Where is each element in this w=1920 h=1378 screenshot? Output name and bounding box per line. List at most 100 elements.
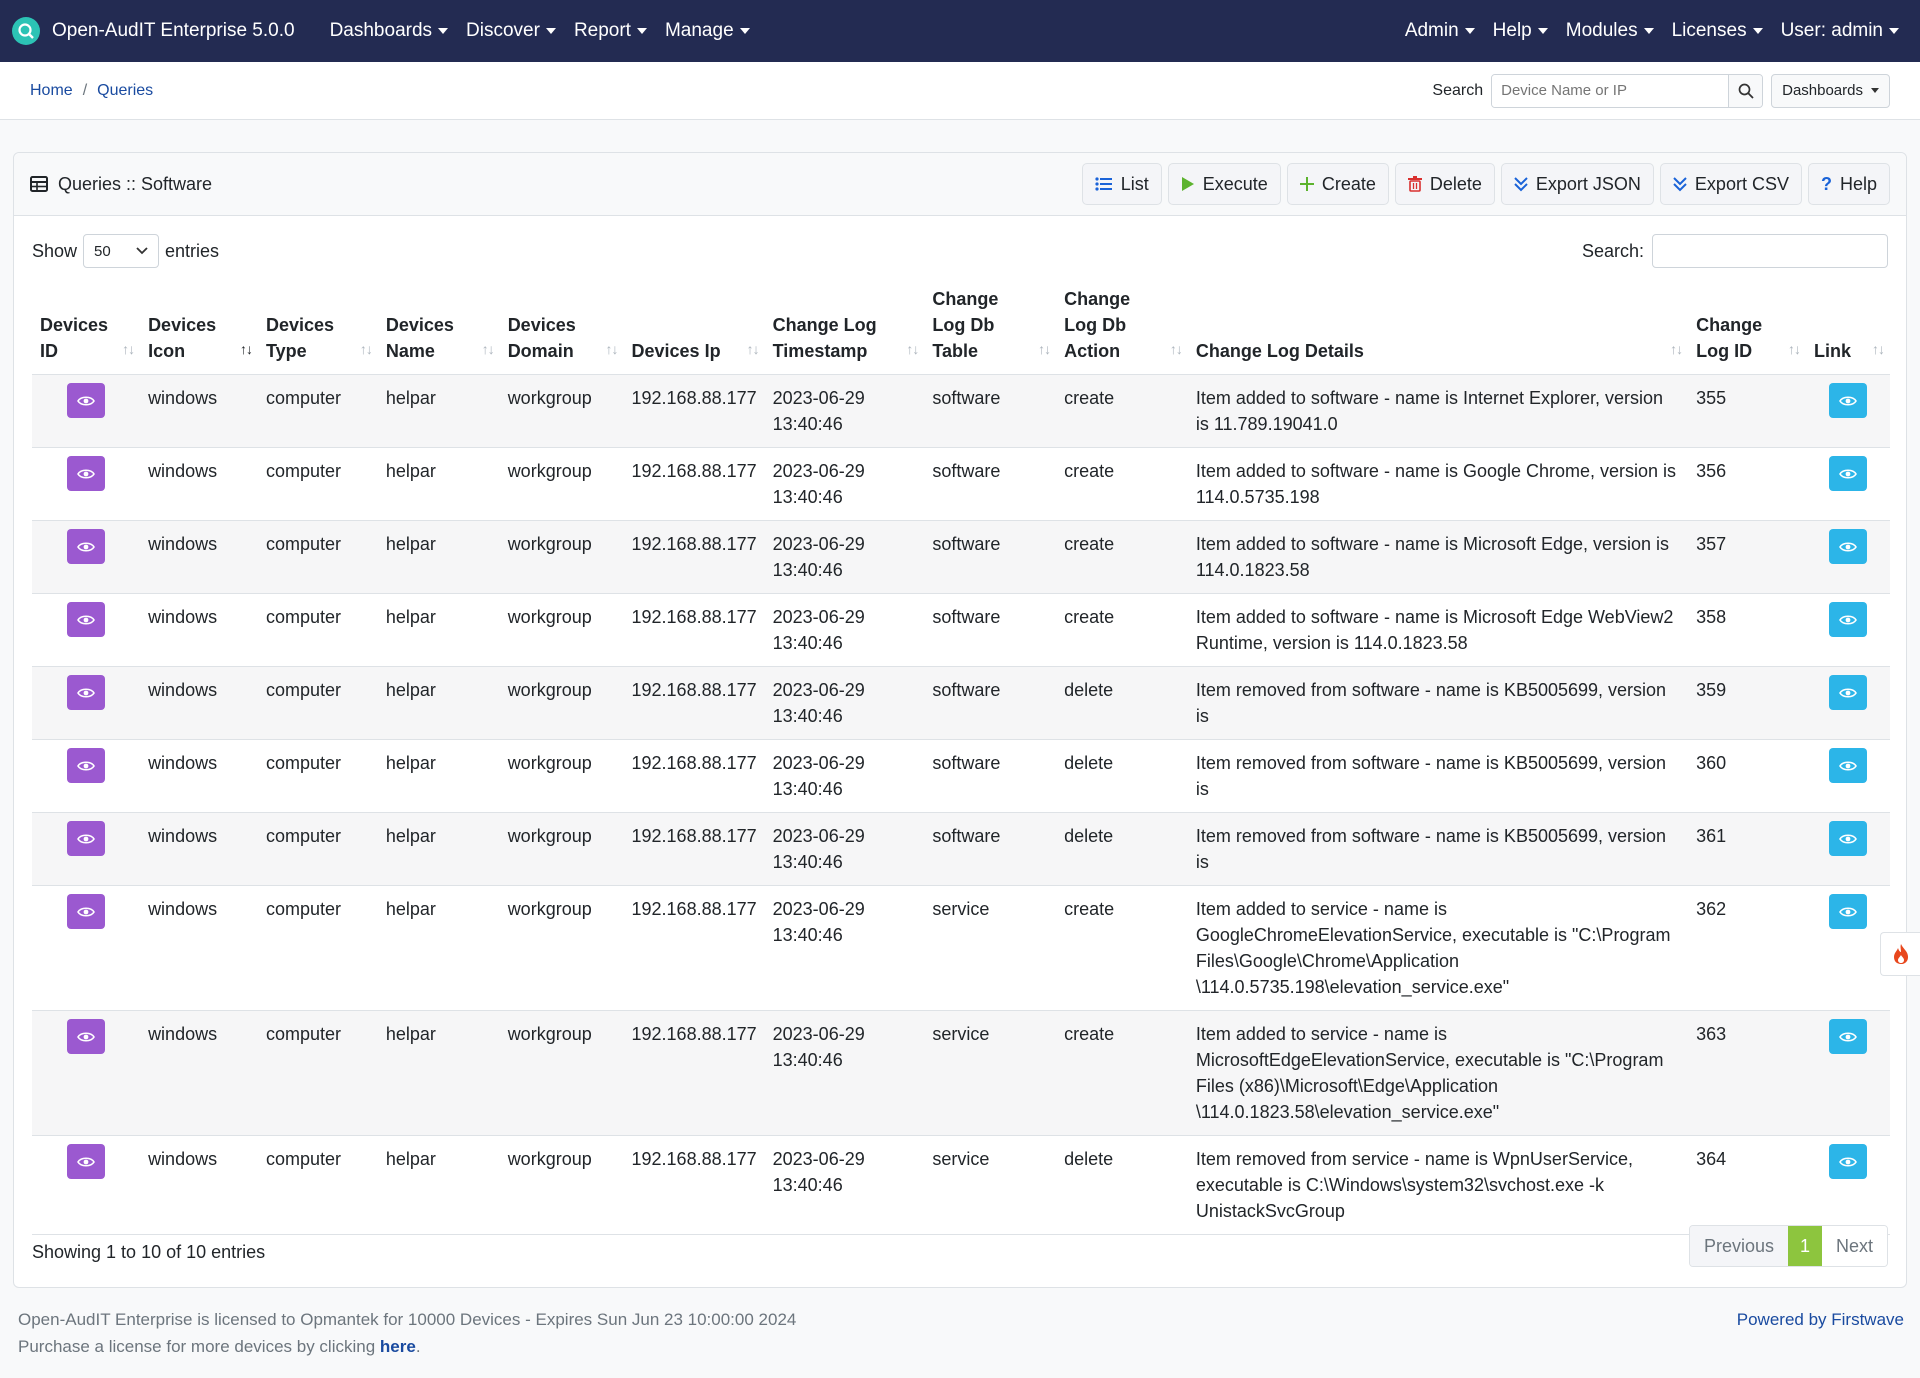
nav-label: Help xyxy=(1492,20,1532,41)
nav-report-menu[interactable]: Report xyxy=(574,20,647,42)
view-change-log-button[interactable] xyxy=(1829,894,1867,929)
view-change-log-button[interactable] xyxy=(1829,456,1867,491)
column-header-domain[interactable]: Devices Domain ↑↓ xyxy=(499,280,624,375)
purchase-here-link[interactable]: here xyxy=(380,1337,416,1356)
column-header-id[interactable]: Devices ID ↑↓ xyxy=(32,280,141,375)
pagination-page-1[interactable]: 1 xyxy=(1787,1226,1822,1266)
cell-action: create xyxy=(1056,1010,1188,1136)
execute-button[interactable]: Execute xyxy=(1167,163,1281,205)
view-change-log-button[interactable] xyxy=(1829,1144,1867,1179)
pagination-previous[interactable]: Previous xyxy=(1689,1226,1788,1266)
cell-ip: 192.168.88.177 xyxy=(623,666,765,740)
nav-admin-menu[interactable]: Admin xyxy=(1405,20,1475,42)
help-button[interactable]: ? Help xyxy=(1807,163,1890,205)
eye-icon xyxy=(77,541,95,553)
cell-domain: workgroup xyxy=(499,520,624,594)
column-header-type[interactable]: Devices Type ↑↓ xyxy=(257,280,378,375)
cell-name: helpar xyxy=(377,1010,500,1136)
column-header-label: Devices Type xyxy=(265,315,335,361)
list-icon xyxy=(1095,177,1112,191)
cell-timestamp: 2023-06-29 13:40:46 xyxy=(764,374,925,448)
dashboards-dropdown[interactable]: Dashboards xyxy=(1771,73,1890,108)
create-button[interactable]: Create xyxy=(1286,163,1389,205)
column-header-timestamp[interactable]: Change Log Timestamp ↑↓ xyxy=(764,280,925,375)
entries-select[interactable]: 50 xyxy=(83,234,160,268)
eye-icon xyxy=(77,468,95,480)
view-device-button[interactable] xyxy=(67,675,106,710)
column-header-label: Link xyxy=(1814,341,1852,361)
export-json-button[interactable]: Export JSON xyxy=(1500,163,1654,205)
cell-change-log-id: 361 xyxy=(1688,812,1806,886)
create-button-label: Create xyxy=(1321,173,1376,194)
search-button[interactable] xyxy=(1728,74,1763,107)
view-change-log-button[interactable] xyxy=(1829,602,1867,637)
table-search-input[interactable] xyxy=(1652,234,1888,268)
flame-button[interactable] xyxy=(1880,932,1920,976)
brand-label: Open-AudIT Enterprise 5.0.0 xyxy=(52,20,295,41)
cell-devices-id xyxy=(32,739,141,813)
column-header-table[interactable]: Change Log Db Table ↑↓ xyxy=(924,280,1057,375)
table-row: windows computer helpar workgroup 192.168.88… xyxy=(32,447,1890,521)
view-device-button[interactable] xyxy=(67,821,106,856)
view-change-log-button[interactable] xyxy=(1829,1019,1867,1054)
view-device-button[interactable] xyxy=(67,748,106,783)
license-text: Open-AudIT Enterprise is licensed to Opm… xyxy=(18,1310,797,1329)
view-device-button[interactable] xyxy=(67,456,106,491)
cell-name: helpar xyxy=(377,739,500,813)
column-header-details[interactable]: Change Log Details ↑↓ xyxy=(1187,280,1689,375)
cell-change-log-id: 363 xyxy=(1688,1010,1806,1136)
cell-icon: windows xyxy=(140,739,258,813)
view-change-log-button[interactable] xyxy=(1829,821,1867,856)
view-device-button[interactable] xyxy=(67,383,106,418)
cell-icon: windows xyxy=(140,1010,258,1136)
column-header-icon[interactable]: Devices Icon ↑↓ xyxy=(140,280,258,375)
delete-button[interactable]: Delete xyxy=(1394,163,1495,205)
nav-licenses-menu[interactable]: Licenses xyxy=(1672,20,1763,42)
view-change-log-button[interactable] xyxy=(1829,529,1867,564)
nav-user-menu[interactable]: User: admin xyxy=(1781,20,1899,42)
breadcrumb-current-link[interactable]: Queries xyxy=(97,82,153,100)
column-header-name[interactable]: Devices Name ↑↓ xyxy=(377,280,500,375)
nav-discover-menu[interactable]: Discover xyxy=(466,20,556,42)
table-row: windows computer helpar workgroup 192.168.88… xyxy=(32,666,1890,740)
view-device-button[interactable] xyxy=(67,602,106,637)
brand[interactable]: Open-AudIT Enterprise 5.0.0 xyxy=(12,17,295,45)
cell-table: software xyxy=(924,447,1057,521)
view-change-log-button[interactable] xyxy=(1829,748,1867,783)
cell-ip: 192.168.88.177 xyxy=(623,1010,765,1136)
nav-dashboards-menu[interactable]: Dashboards xyxy=(330,20,449,42)
nav-help-menu[interactable]: Help xyxy=(1493,20,1548,42)
eye-icon xyxy=(1839,541,1857,553)
export-json-button-label: Export JSON xyxy=(1535,173,1641,194)
view-device-button[interactable] xyxy=(67,1144,106,1179)
play-icon xyxy=(1181,177,1194,191)
cell-details: Item added to software - name is Microso… xyxy=(1187,520,1689,594)
column-header-rid[interactable]: Change Log ID ↑↓ xyxy=(1688,280,1806,375)
cell-table: software xyxy=(924,739,1057,813)
list-button[interactable]: List xyxy=(1081,163,1162,205)
pagination-next[interactable]: Next xyxy=(1821,1226,1887,1266)
powered-by-link[interactable]: Powered by Firstwave xyxy=(1737,1306,1904,1333)
nav-label: Discover xyxy=(466,20,540,41)
cell-change-log-id: 357 xyxy=(1688,520,1806,594)
column-header-label: Change Log Details xyxy=(1195,341,1364,361)
breadcrumb-home-link[interactable]: Home xyxy=(30,82,73,100)
nav-modules-menu[interactable]: Modules xyxy=(1566,20,1654,42)
column-header-action[interactable]: Change Log Db Action ↑↓ xyxy=(1056,280,1188,375)
export-csv-button[interactable]: Export CSV xyxy=(1659,163,1802,205)
view-change-log-button[interactable] xyxy=(1829,675,1867,710)
delete-button-label: Delete xyxy=(1429,173,1482,194)
column-header-link[interactable]: Link ↑↓ xyxy=(1806,280,1890,375)
view-change-log-button[interactable] xyxy=(1829,383,1867,418)
cell-ip: 192.168.88.177 xyxy=(623,593,765,667)
view-device-button[interactable] xyxy=(67,529,106,564)
device-search-input[interactable] xyxy=(1492,74,1729,107)
nav-manage-menu[interactable]: Manage xyxy=(665,20,750,42)
cell-type: computer xyxy=(257,812,378,886)
view-device-button[interactable] xyxy=(67,894,106,929)
cell-change-log-id: 355 xyxy=(1688,374,1806,448)
execute-button-label: Execute xyxy=(1202,173,1268,194)
column-header-ip[interactable]: Devices Ip ↑↓ xyxy=(623,280,765,375)
cell-icon: windows xyxy=(140,1135,258,1235)
view-device-button[interactable] xyxy=(67,1019,106,1054)
